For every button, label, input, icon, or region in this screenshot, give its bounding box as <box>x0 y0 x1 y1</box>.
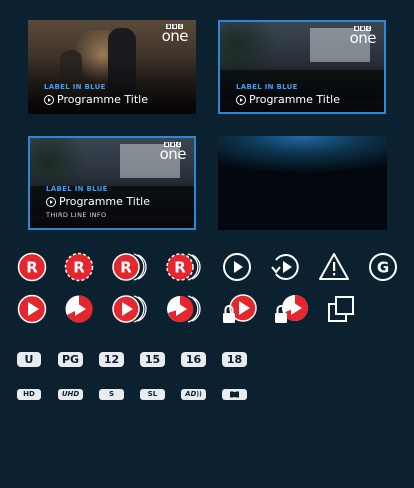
recording-icon: R <box>17 252 47 282</box>
play-resume-locked-icon <box>274 294 310 324</box>
rating-u-badge: U <box>17 352 41 367</box>
bbc-one-logo: BBC one <box>159 142 187 163</box>
programme-card-3[interactable]: BBC one LABEL IN BLUE Programme Title TH… <box>28 136 196 230</box>
series-recording-icon: R <box>112 252 150 282</box>
play-locked-icon <box>222 294 258 324</box>
rating-12-badge: 12 <box>99 352 124 367</box>
bbc-one-logo: BBC one <box>349 26 377 47</box>
rating-pg-badge: PG <box>58 352 83 367</box>
programme-title: Programme Title <box>249 93 340 106</box>
audio-description-badge: AD)) <box>181 389 206 400</box>
replay-outline-icon <box>270 252 300 282</box>
card-label: LABEL IN BLUE <box>46 185 108 193</box>
rating-16-badge: 16 <box>181 352 206 367</box>
programme-title: Programme Title <box>57 93 148 106</box>
rating-18-badge: 18 <box>222 352 247 367</box>
bbc-one-logo: BBC one <box>161 24 189 45</box>
copy-icon <box>326 294 356 324</box>
rating-15-badge: 15 <box>140 352 165 367</box>
play-series-icon <box>112 294 150 324</box>
svg-text:R: R <box>73 259 85 277</box>
svg-text:R: R <box>120 259 132 277</box>
hd-badge: HD <box>17 389 41 400</box>
programme-card-1[interactable]: BBC one LABEL IN BLUE Programme Title <box>28 20 196 114</box>
warning-icon <box>318 252 350 282</box>
recording-dashed-icon: R <box>64 252 94 282</box>
programme-card-placeholder[interactable] <box>218 136 387 230</box>
svg-text:R: R <box>26 259 38 277</box>
card-label: LABEL IN BLUE <box>44 83 106 91</box>
series-recording-dashed-icon: R <box>166 252 204 282</box>
guidance-icon: G <box>368 252 398 282</box>
subtitles-badge: S <box>99 389 124 400</box>
signed-badge: SL <box>140 389 165 400</box>
svg-text:R: R <box>174 259 186 277</box>
play-outline-icon <box>222 252 252 282</box>
play-circle-icon <box>44 94 54 105</box>
card-label: LABEL IN BLUE <box>236 83 298 91</box>
play-series-dashed-icon <box>166 294 204 324</box>
play-resume-icon <box>64 294 94 324</box>
dolby-badge <box>222 389 247 400</box>
uhd-badge: UHD <box>58 389 83 400</box>
programme-card-2[interactable]: BBC one LABEL IN BLUE Programme Title <box>218 20 386 114</box>
play-circle-icon <box>46 196 56 207</box>
programme-title: Programme Title <box>59 195 150 208</box>
play-circle-icon <box>236 94 246 105</box>
third-line-info: THIRD LINE INFO <box>46 211 107 219</box>
play-red-icon <box>17 294 47 324</box>
svg-text:G: G <box>377 259 389 277</box>
